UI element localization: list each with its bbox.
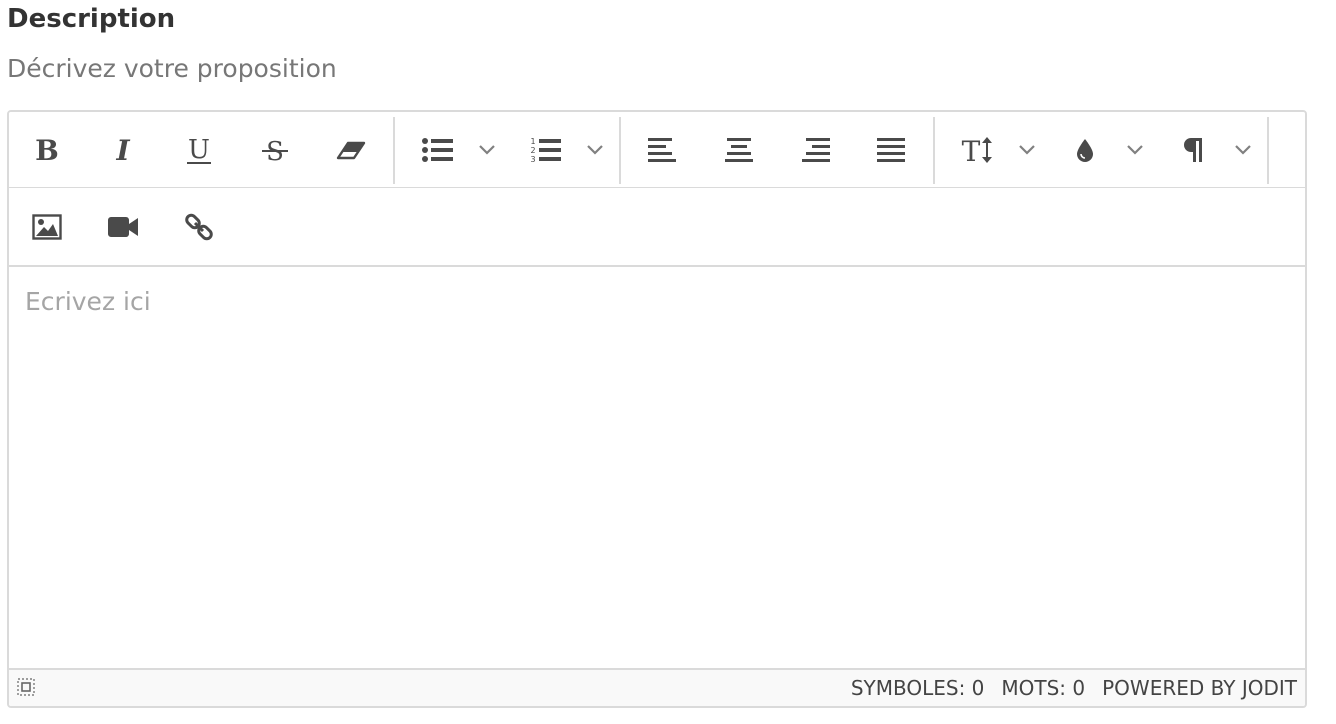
align-center-icon (725, 138, 753, 162)
chevron-down-icon (1019, 145, 1035, 155)
word-count: MOTS: 0 (1001, 676, 1086, 700)
chevron-down-icon (1127, 145, 1143, 155)
color-button[interactable] (1053, 118, 1117, 182)
align-right-button[interactable] (783, 118, 847, 182)
bold-icon: B (35, 135, 59, 165)
paragraph-dropdown[interactable] (1225, 118, 1261, 182)
editor-content-area[interactable]: Ecrivez ici (9, 267, 1305, 669)
toolbar-row-divider (9, 187, 1305, 188)
video-icon (108, 217, 138, 237)
eraser-button[interactable] (319, 118, 383, 182)
font-size-button[interactable]: T (945, 118, 1009, 182)
toolbar-separator (1267, 117, 1269, 184)
svg-text:2: 2 (530, 146, 535, 155)
chevron-down-icon (1235, 145, 1251, 155)
insert-video-button[interactable] (91, 195, 155, 259)
status-counters: SYMBOLES: 0 MOTS: 0 POWERED BY JODIT (834, 676, 1297, 700)
chevron-down-icon (479, 145, 495, 155)
insert-link-button[interactable] (167, 195, 231, 259)
align-left-icon (648, 138, 676, 162)
unordered-list-icon (422, 138, 453, 162)
align-right-icon (802, 138, 830, 162)
paragraph-icon (1184, 138, 1202, 162)
bold-button[interactable]: B (15, 118, 79, 182)
symbol-count: SYMBOLES: 0 (850, 676, 985, 700)
editor-placeholder: Ecrivez ici (25, 287, 151, 316)
strikethrough-icon: S (262, 137, 288, 166)
paragraph-button[interactable] (1161, 118, 1225, 182)
strikethrough-button[interactable]: S (243, 118, 307, 182)
field-label: Description (7, 4, 176, 34)
underline-button[interactable]: U (167, 118, 231, 182)
color-dropdown[interactable] (1117, 118, 1153, 182)
svg-text:U: U (188, 135, 210, 165)
unordered-list-dropdown[interactable] (469, 118, 505, 182)
unordered-list-button[interactable] (405, 118, 469, 182)
svg-text:3: 3 (530, 155, 535, 164)
font-size-icon: T (962, 135, 992, 165)
ordered-list-dropdown[interactable] (577, 118, 613, 182)
field-hint: Décrivez votre proposition (7, 54, 337, 83)
ordered-list-button[interactable]: 1 2 3 (513, 118, 577, 182)
italic-icon: I (115, 135, 130, 165)
toolbar-separator (933, 117, 935, 184)
font-size-dropdown[interactable] (1009, 118, 1045, 182)
chevron-down-icon (587, 145, 603, 155)
underline-icon: U (187, 135, 211, 165)
resize-handle-icon[interactable] (17, 678, 35, 696)
toolbar-separator (619, 117, 621, 184)
insert-image-button[interactable] (15, 195, 79, 259)
svg-text:T: T (962, 135, 981, 165)
svg-text:I: I (115, 135, 130, 165)
color-drop-icon (1077, 139, 1093, 162)
ordered-list-icon: 1 2 3 (530, 137, 561, 164)
align-justify-button[interactable] (859, 118, 923, 182)
eraser-icon (336, 141, 366, 160)
toolbar-separator (393, 117, 395, 184)
align-center-button[interactable] (707, 118, 771, 182)
editor-statusbar: SYMBOLES: 0 MOTS: 0 POWERED BY JODIT (9, 668, 1305, 706)
align-left-button[interactable] (631, 118, 695, 182)
image-icon (32, 214, 62, 240)
svg-text:B: B (35, 135, 59, 165)
editor-toolbar: B I U S 1 2 3 T (9, 112, 1305, 267)
link-icon (185, 213, 213, 241)
powered-by-link[interactable]: POWERED BY JODIT (1102, 676, 1297, 700)
align-justify-icon (877, 138, 905, 162)
rich-text-editor: B I U S 1 2 3 T Ecrivez ici SYMBOLES: 0 … (7, 110, 1307, 708)
svg-text:1: 1 (530, 137, 535, 146)
italic-button[interactable]: I (91, 118, 155, 182)
